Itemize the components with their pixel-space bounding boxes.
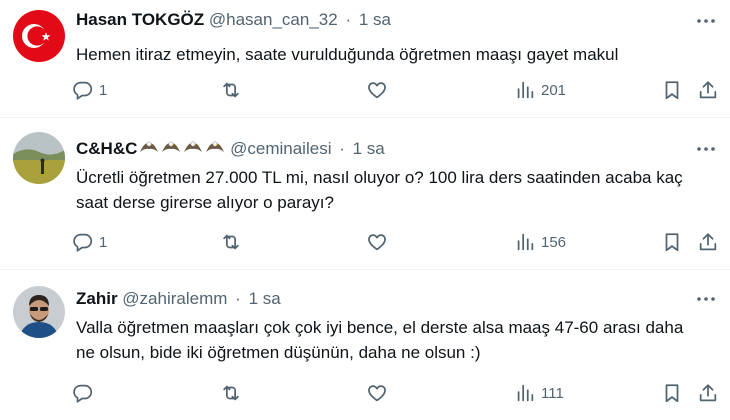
eagle-emoji [162,141,181,152]
views-icon [514,382,536,404]
reply-icon [72,231,94,253]
bookmark-button[interactable] [661,230,683,254]
tweet-text: Ücretli öğretmen 27.000 TL mi, nasıl olu… [76,168,683,212]
tweet-header: Hasan TOKGÖZ @hasan_can_32 · 1 sa [76,9,391,31]
views-icon [514,79,536,101]
tweet-text: Valla öğretmen maaşları çok çok iyi benc… [76,318,684,362]
share-button[interactable] [697,78,719,102]
display-name[interactable]: Hasan TOKGÖZ [76,10,204,29]
tweet[interactable]: Zahir @zahiralemm · 1 sa Valla öğretmen … [0,270,730,420]
views-button[interactable]: 111 [514,381,564,405]
action-bar: 1 201 [72,78,722,102]
repost-button[interactable] [220,78,247,102]
repost-icon [220,79,242,101]
action-bar: 1 156 [72,230,722,254]
share-icon [697,231,719,253]
reply-button[interactable] [72,381,99,405]
like-button[interactable] [366,78,393,102]
bookmark-icon [661,79,683,101]
repost-icon [220,382,242,404]
more-icon[interactable] [694,138,718,160]
landscape-photo-avatar [13,132,65,184]
action-bar: 111 [72,381,722,405]
timestamp[interactable]: 1 sa [353,139,385,158]
avatar[interactable] [13,10,65,62]
turkish-flag-avatar [13,10,65,62]
views-button[interactable]: 201 [514,78,566,102]
reply-button[interactable]: 1 [72,78,107,102]
display-name[interactable]: C&H&C [76,139,137,158]
separator: · [339,139,345,158]
display-name[interactable]: Zahir [76,289,118,308]
share-icon [697,79,719,101]
bookmark-icon [661,382,683,404]
share-icon [697,382,719,404]
eagle-emoji [184,141,203,152]
repost-icon [220,231,242,253]
avatar-glasses-left [30,307,38,311]
tweet-header: C&H&C @ceminailesi · 1 sa [76,138,385,160]
view-count: 156 [541,233,567,251]
tweet[interactable]: Hasan TOKGÖZ @hasan_can_32 · 1 sa Hemen … [0,0,730,118]
reply-icon [72,382,94,404]
more-icon[interactable] [694,10,718,32]
separator: · [235,289,241,308]
like-button[interactable] [366,381,393,405]
timestamp[interactable]: 1 sa [359,10,391,29]
avatar-person-head [40,158,45,163]
user-handle[interactable]: @hasan_can_32 [209,10,338,29]
view-count: 111 [541,384,564,402]
share-button[interactable] [697,230,719,254]
more-icon[interactable] [694,288,718,310]
tweet-header: Zahir @zahiralemm · 1 sa [76,288,281,310]
repost-button[interactable] [220,381,247,405]
view-count: 201 [541,81,567,99]
bookmark-button[interactable] [661,78,683,102]
avatar-glasses-right [40,307,48,311]
user-handle[interactable]: @zahiralemm [122,289,227,308]
eagle-emoji [206,141,225,152]
reply-count: 1 [99,81,108,99]
heart-icon [366,231,388,253]
repost-button[interactable] [220,230,247,254]
timestamp[interactable]: 1 sa [249,289,281,308]
share-button[interactable] [697,381,719,405]
views-icon [514,231,536,253]
avatar-person [41,162,44,174]
tweet-text: Hemen itiraz etmeyin, saate vurulduğunda… [76,45,619,64]
separator: · [345,10,352,29]
user-handle[interactable]: @ceminailesi [230,139,331,158]
bookmark-button[interactable] [661,381,683,405]
name-emojis [137,139,225,158]
reply-icon [72,79,94,101]
views-button[interactable]: 156 [514,230,566,254]
avatar[interactable] [13,286,65,338]
avatar[interactable] [13,132,65,184]
man-photo-avatar [13,286,65,338]
heart-icon [366,382,388,404]
reply-button[interactable]: 1 [72,230,107,254]
like-button[interactable] [366,230,393,254]
eagle-emoji [140,141,159,152]
heart-icon [366,79,388,101]
reply-count: 1 [99,233,108,251]
bookmark-icon [661,231,683,253]
tweet[interactable]: C&H&C @ceminailesi · 1 sa Ücretli öğretm… [0,118,730,270]
avatar-field [13,160,65,184]
